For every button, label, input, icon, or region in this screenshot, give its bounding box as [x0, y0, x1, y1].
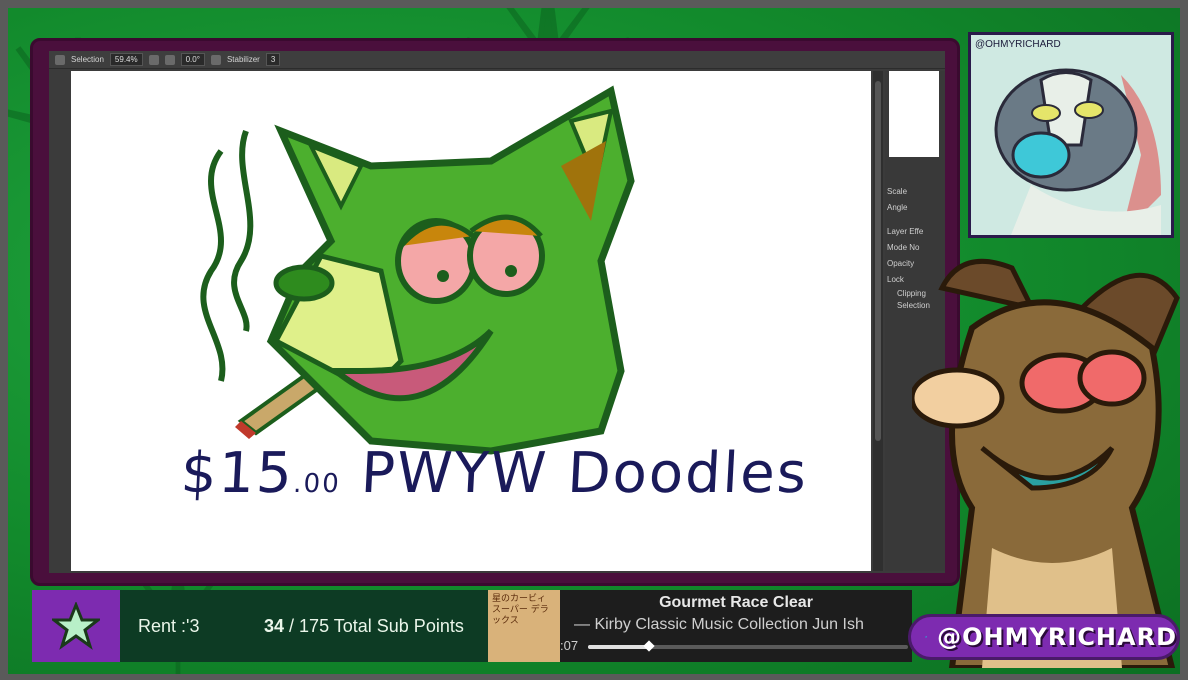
badger-avatar-illustration	[971, 35, 1171, 235]
opacity-label: Opacity	[887, 259, 915, 268]
caption-title: PWYW Doodles	[359, 441, 810, 506]
track-subtitle: — Kirby Classic Music Collection Jun Ish	[574, 616, 864, 633]
zoom-field[interactable]: 59.4%	[109, 53, 143, 66]
star-icon	[52, 602, 100, 650]
goal-total-text: / 175 Total Sub Points	[289, 615, 464, 636]
zoom-in-icon[interactable]	[164, 54, 175, 65]
goal-progress-text: 34 / 175 Total Sub Points	[264, 616, 464, 637]
zoom-out-icon[interactable]	[148, 54, 159, 65]
track-progress-knob	[643, 640, 655, 652]
now-playing-widget: 星のカービィ スーパー デラックス Gourmet Race Clear — K…	[488, 590, 912, 662]
twitter-handle-badge: @OHMYRICHARD	[908, 614, 1180, 660]
rotation-field[interactable]: 0.0°	[180, 53, 205, 66]
doodle-caption: $15.00 PWYW Doodles	[179, 441, 809, 506]
caption-cents: .00	[292, 469, 342, 499]
canvas-frame: Selection 59.4% 0.0° Stabilizer 3 $15.00…	[30, 38, 960, 586]
webcam-avatar-panel: @OHMYRICHARD	[968, 32, 1174, 238]
angle-label: Angle	[887, 203, 908, 212]
scrollbar-thumb[interactable]	[875, 81, 881, 441]
drawing-canvas[interactable]: $15.00 PWYW Doodles	[71, 71, 871, 571]
selection-tool-icon[interactable]	[55, 54, 65, 65]
stabilizer-field[interactable]: 3	[265, 53, 281, 66]
lock-label: Lock	[887, 275, 904, 284]
layer-effect-label[interactable]: Layer Effe	[887, 227, 923, 236]
album-art: 星のカービィ スーパー デラックス	[488, 590, 560, 662]
webcam-handle-tag: @OHMYRICHARD	[975, 39, 1061, 50]
selection-label: Selection	[71, 55, 104, 64]
goal-current: 34	[264, 615, 285, 636]
track-progress-fill	[588, 645, 649, 649]
twitter-bird-icon	[925, 636, 928, 638]
track-progress-bar	[588, 640, 908, 652]
sub-goal-widget: Rent :'3 34 / 175 Total Sub Points	[32, 590, 488, 662]
caption-price: $15	[179, 441, 296, 506]
goal-icon-box	[32, 590, 120, 662]
art-app-toolbar: Selection 59.4% 0.0° Stabilizer 3	[49, 51, 945, 69]
track-elapsed-time: :07	[560, 638, 579, 653]
twitter-handle-text: @OHMYRICHARD	[937, 623, 1177, 651]
rotate-icon[interactable]	[210, 54, 221, 65]
scale-label: Scale	[887, 187, 908, 196]
canvas-scrollbar[interactable]	[873, 71, 883, 571]
track-title: Gourmet Race Clear	[659, 594, 813, 611]
wild-dog-mascot	[912, 258, 1180, 668]
goal-label: Rent :'3	[138, 615, 200, 636]
stabilizer-label: Stabilizer	[226, 55, 260, 64]
art-app-window: Selection 59.4% 0.0° Stabilizer 3 $15.00…	[49, 51, 945, 573]
navigator-preview[interactable]	[889, 71, 939, 157]
